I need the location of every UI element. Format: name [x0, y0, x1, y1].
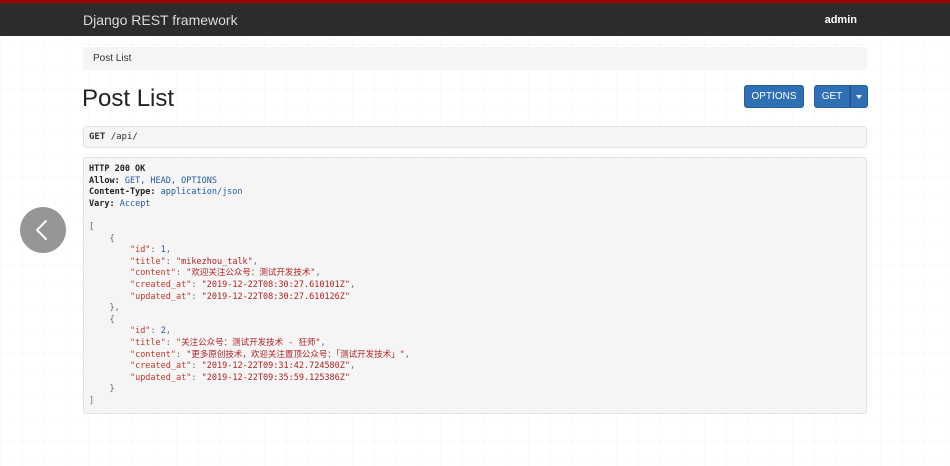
brand-link[interactable]: Django REST framework [83, 11, 238, 29]
navbar: Django REST framework admin [0, 0, 950, 36]
json-field-content: "content": "更多原创技术，欢迎关注置顶公众号：「测试开发技术」", [129, 349, 410, 360]
get-button[interactable]: GET [814, 85, 850, 108]
json-field-created-at: "created_at": "2019-12-22T09:31:42.72458… [129, 361, 356, 372]
user-menu[interactable]: admin [825, 12, 857, 28]
get-format-dropdown-toggle[interactable] [850, 85, 868, 108]
request-method: GET [89, 132, 106, 142]
json-field-id: "id": 1, [129, 245, 171, 256]
response-status: HTTP 200 OK [89, 164, 146, 174]
json-field-updated-at: "updated_at": "2019-12-22T08:30:27.61012… [129, 291, 351, 302]
caret-down-icon [856, 95, 862, 99]
breadcrumb: Post List [83, 47, 867, 70]
options-button[interactable]: OPTIONS [744, 85, 804, 108]
back-button[interactable] [20, 207, 66, 253]
response-header: Vary: Accept [89, 198, 151, 209]
json-field-content: "content": "欢迎关注公众号：测试开发技术", [129, 268, 321, 279]
breadcrumb-item-post-list[interactable]: Post List [93, 53, 131, 64]
request-path: /api/ [110, 132, 138, 142]
response-header: Allow: GET, HEAD, OPTIONS [89, 175, 217, 186]
json-field-id: "id": 2, [129, 326, 171, 337]
response-info: HTTP 200 OK Allow: GET, HEAD, OPTIONS Co… [83, 157, 867, 414]
json-field-title: "title": "mikezhou_talk", [129, 256, 258, 267]
json-field-created-at: "created_at": "2019-12-22T08:30:27.61010… [129, 279, 356, 290]
response-header: Content-Type: application/json [89, 187, 243, 198]
request-info: GET /api/ [83, 126, 867, 148]
json-field-title: "title": "关注公众号：测试开发技术 - 狂师", [129, 337, 326, 348]
get-button-group: GET [814, 85, 868, 108]
chevron-left-icon [36, 220, 47, 240]
page-title: Post List [82, 85, 175, 112]
json-field-updated-at: "updated_at": "2019-12-22T09:35:59.12538… [129, 372, 351, 383]
